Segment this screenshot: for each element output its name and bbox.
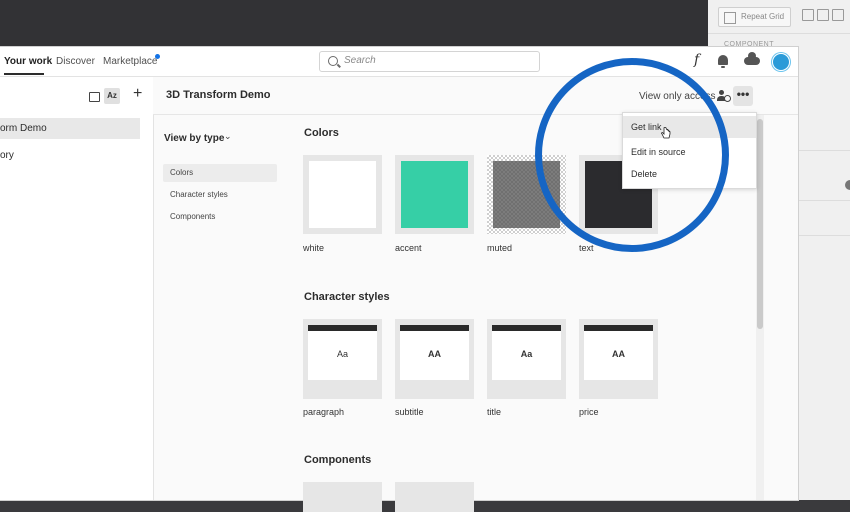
cloud-icon[interactable] bbox=[744, 52, 760, 65]
character-style-price[interactable]: AA bbox=[579, 319, 658, 399]
nav-marketplace[interactable]: Marketplace bbox=[103, 56, 157, 67]
slider-handle[interactable] bbox=[845, 180, 850, 190]
style-label: price bbox=[579, 407, 599, 417]
style-preview: Aa bbox=[520, 349, 533, 359]
align-icon[interactable] bbox=[802, 9, 814, 21]
swatch-label: white bbox=[303, 243, 325, 253]
swatch-label: accent bbox=[395, 243, 422, 253]
filter-character-styles[interactable]: Character styles bbox=[170, 190, 228, 199]
color-swatch-muted[interactable] bbox=[487, 155, 566, 234]
color-swatch-accent[interactable] bbox=[395, 155, 474, 234]
style-preview: AA bbox=[612, 349, 625, 359]
menu-item-get-link[interactable]: Get link bbox=[623, 116, 756, 138]
content-scrollbar[interactable] bbox=[756, 115, 764, 500]
character-style-subtitle[interactable]: AA bbox=[395, 319, 474, 399]
fonts-icon[interactable]: f bbox=[694, 52, 699, 68]
nav-discover[interactable]: Discover bbox=[56, 56, 95, 67]
component-card[interactable] bbox=[395, 482, 474, 512]
swatch-label: muted bbox=[487, 243, 513, 253]
search-placeholder: Search bbox=[344, 55, 376, 66]
library-sidebar: Az + orm Demo ory bbox=[0, 77, 154, 500]
component-card[interactable] bbox=[303, 482, 382, 512]
swatch-label: text bbox=[579, 243, 594, 253]
swatch-fill bbox=[401, 161, 468, 228]
avatar[interactable] bbox=[772, 53, 790, 71]
more-options-button[interactable]: ••• bbox=[733, 86, 753, 106]
style-preview: Aa bbox=[336, 349, 348, 359]
top-navigation-bar: Your work Discover Marketplace Search f bbox=[0, 47, 798, 77]
style-preview: AA bbox=[428, 349, 441, 359]
sidebar-item-label[interactable]: orm Demo bbox=[0, 123, 47, 134]
swatch-fill bbox=[309, 161, 376, 228]
view-by-type-dropdown[interactable]: View by type bbox=[164, 133, 224, 144]
swatch-fill bbox=[493, 161, 560, 228]
hand-cursor-icon bbox=[661, 127, 671, 139]
bell-icon[interactable] bbox=[718, 55, 728, 68]
library-header: 3D Transform Demo View only access ••• bbox=[153, 77, 798, 115]
grid-icon bbox=[724, 12, 736, 24]
filter-pane: View by type ⌄ Colors Character styles C… bbox=[153, 115, 291, 500]
more-options-menu: Get link Edit in source Delete bbox=[622, 112, 757, 189]
repeat-grid-button[interactable]: Repeat Grid bbox=[718, 7, 792, 27]
menu-item-edit-in-source[interactable]: Edit in source bbox=[623, 141, 756, 163]
colors-section-title: Colors bbox=[304, 127, 339, 139]
search-input[interactable]: Search bbox=[319, 51, 540, 72]
chevron-down-icon[interactable]: ⌄ bbox=[224, 131, 232, 142]
active-tab-indicator bbox=[4, 73, 44, 75]
color-swatch-white[interactable] bbox=[303, 155, 382, 234]
library-title: 3D Transform Demo bbox=[166, 89, 271, 101]
filter-colors[interactable]: Colors bbox=[170, 168, 193, 177]
nav-your-work[interactable]: Your work bbox=[4, 56, 52, 67]
share-users-icon[interactable] bbox=[717, 90, 731, 102]
scrollbar-thumb[interactable] bbox=[757, 119, 763, 329]
notification-dot bbox=[155, 54, 160, 59]
filter-components[interactable]: Components bbox=[170, 212, 215, 221]
character-style-title[interactable]: Aa bbox=[487, 319, 566, 399]
duplicate-icon[interactable] bbox=[817, 9, 829, 21]
style-label: title bbox=[487, 407, 502, 417]
style-label: paragraph bbox=[303, 407, 345, 417]
sort-az-icon[interactable]: Az bbox=[104, 88, 120, 104]
character-style-paragraph[interactable]: Aa bbox=[303, 319, 382, 399]
add-library-icon[interactable]: + bbox=[133, 85, 142, 103]
character-styles-section-title: Character styles bbox=[304, 291, 390, 303]
group-icon[interactable] bbox=[832, 9, 844, 21]
menu-item-delete[interactable]: Delete bbox=[623, 163, 756, 185]
access-label: View only access bbox=[639, 91, 716, 102]
view-toggle-icon[interactable] bbox=[89, 92, 100, 102]
components-section-title: Components bbox=[304, 454, 372, 466]
sidebar-item-label[interactable]: ory bbox=[0, 150, 14, 161]
search-icon bbox=[328, 56, 338, 66]
divider bbox=[708, 33, 850, 34]
style-label: subtitle bbox=[395, 407, 424, 417]
